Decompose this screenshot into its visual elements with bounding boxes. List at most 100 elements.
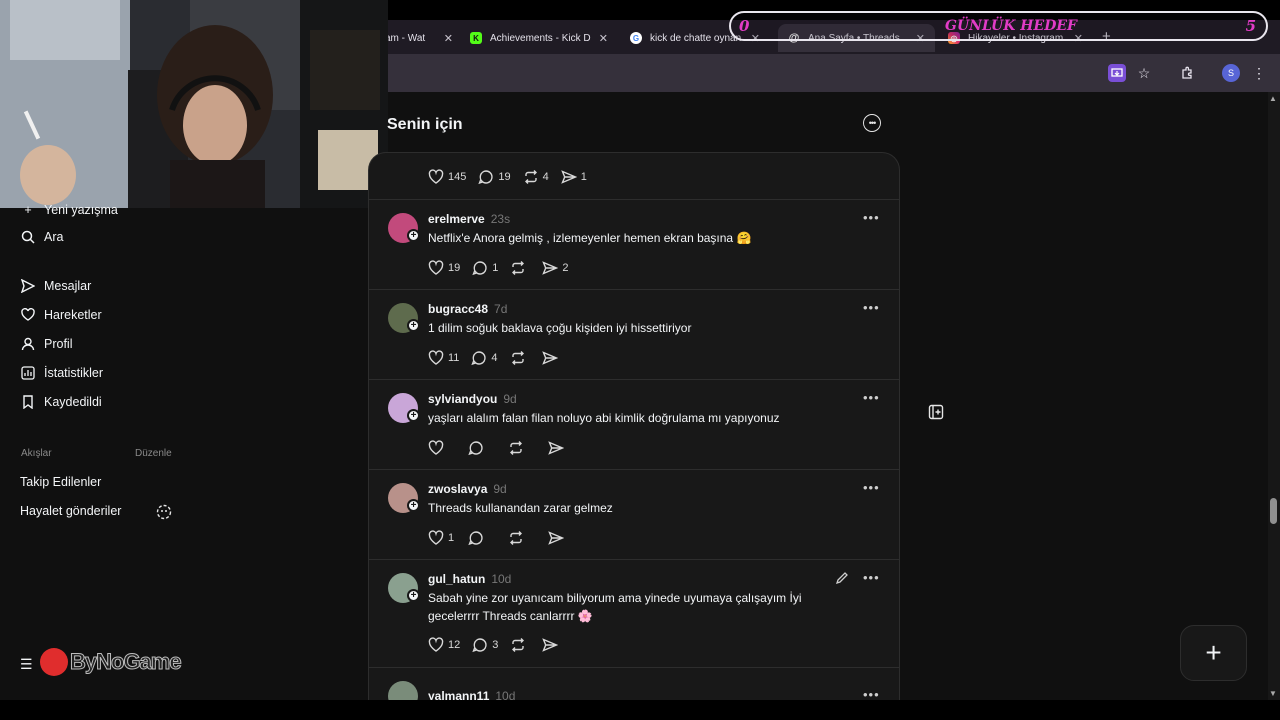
avatar[interactable] xyxy=(388,681,418,700)
post-menu-icon[interactable]: ••• xyxy=(863,300,880,315)
edit-feeds-link[interactable]: Düzenle xyxy=(135,448,172,459)
share-button[interactable] xyxy=(542,637,562,653)
profile-avatar[interactable]: S xyxy=(1222,64,1240,82)
feeds-header: Akışlar xyxy=(21,448,52,459)
reply-icon xyxy=(472,261,487,276)
post-username[interactable]: zwoslavya 9d xyxy=(428,482,507,496)
post-card: 145 19 4 1 xyxy=(369,153,899,200)
search-icon xyxy=(20,229,36,245)
scroll-up-icon[interactable]: ▲ xyxy=(1269,94,1277,103)
ghost-posts-icon[interactable] xyxy=(155,503,173,521)
reply-button[interactable] xyxy=(468,530,488,546)
post-menu-icon[interactable]: ••• xyxy=(863,480,880,495)
repost-button[interactable] xyxy=(510,260,530,276)
extensions-icon[interactable] xyxy=(1178,64,1196,82)
sidebar-item-insights[interactable]: İstatistikler xyxy=(20,365,103,381)
post-menu-icon[interactable]: ••• xyxy=(863,687,880,700)
reply-button[interactable]: 4 xyxy=(471,350,498,366)
screen-cast-icon[interactable] xyxy=(1108,64,1126,82)
screen: am - Wat ✕ K Achievements - Kick D ✕ G k… xyxy=(0,0,1280,720)
reply-button[interactable]: 1 xyxy=(472,260,498,276)
plus-icon: + xyxy=(24,203,32,217)
post-actions: 12 3 xyxy=(428,637,574,653)
follow-plus-icon[interactable]: + xyxy=(407,589,420,602)
post-time: 9d xyxy=(503,392,517,406)
repost-button[interactable]: 4 xyxy=(523,169,549,185)
new-post-button[interactable]: + xyxy=(1180,625,1247,681)
post-card: + zwoslavya 9d ••• Threads kullanandan za… xyxy=(369,470,899,560)
post-username[interactable]: gul_hatun 10d xyxy=(428,572,511,586)
post-menu-icon[interactable]: ••• xyxy=(863,390,880,405)
reply-button[interactable]: 3 xyxy=(472,637,498,653)
reply-icon xyxy=(468,531,483,546)
like-button[interactable]: 1 xyxy=(428,530,454,546)
bookmark-star-icon[interactable]: ☆ xyxy=(1135,64,1153,82)
feed-title[interactable]: Senin için xyxy=(387,116,463,134)
repost-icon xyxy=(512,638,525,652)
tab-1[interactable]: am - Wat ✕ xyxy=(375,24,463,52)
repost-button[interactable] xyxy=(508,440,528,456)
post-menu-icon[interactable]: ••• xyxy=(863,210,880,225)
post-username[interactable]: erelmerve 23s xyxy=(428,212,510,226)
post-actions: 19 1 2 xyxy=(428,260,581,276)
follow-plus-icon[interactable]: + xyxy=(407,409,420,422)
sidebar-item-label: İstatistikler xyxy=(44,366,104,380)
send-icon xyxy=(541,351,558,365)
feed-item-following[interactable]: Takip Edilenler xyxy=(20,475,101,489)
scrollbar[interactable] xyxy=(1268,92,1280,700)
scroll-down-icon[interactable]: ▼ xyxy=(1269,689,1277,698)
like-button[interactable]: 19 xyxy=(428,260,460,276)
follow-plus-icon[interactable]: + xyxy=(407,319,420,332)
follow-plus-icon[interactable]: + xyxy=(407,229,420,242)
reply-button[interactable] xyxy=(468,440,488,456)
repost-button[interactable] xyxy=(510,637,530,653)
sidebar-item-saved[interactable]: Kaydedildi xyxy=(20,394,102,410)
heart-icon xyxy=(428,260,444,275)
share-button[interactable] xyxy=(548,530,568,546)
sidebar-item-activity[interactable]: Hareketler xyxy=(20,307,102,323)
edit-pencil-icon[interactable] xyxy=(835,571,849,585)
post-username[interactable]: yalmann11 10d xyxy=(428,689,515,700)
scrollbar-thumb[interactable] xyxy=(1270,498,1277,524)
post-actions: 11 4 xyxy=(428,350,574,366)
reply-button[interactable]: 19 xyxy=(478,169,511,185)
add-column-icon[interactable] xyxy=(928,404,944,420)
menu-kebab-icon[interactable]: ⋮ xyxy=(1250,64,1268,82)
post-username[interactable]: sylviandyou 9d xyxy=(428,392,517,406)
share-button[interactable] xyxy=(548,440,568,456)
feed-item-ghost-posts[interactable]: Hayalet gönderiler xyxy=(20,504,121,518)
post-username[interactable]: bugracc48 7d xyxy=(428,302,507,316)
sidebar-item-profile[interactable]: Profil xyxy=(20,336,72,352)
share-button[interactable]: 1 xyxy=(560,169,587,185)
close-icon[interactable]: ✕ xyxy=(599,32,608,45)
post-text: Netflix'e Anora gelmiş , izlemeyenler he… xyxy=(428,231,752,245)
send-icon xyxy=(20,278,36,294)
goal-current: 0 xyxy=(739,17,750,35)
like-button[interactable] xyxy=(428,440,448,456)
watermark-logo: ByNoGame xyxy=(70,649,183,675)
follow-plus-icon[interactable]: + xyxy=(407,499,420,512)
post-text: Sabah yine zor uyanıcam biliyorum ama yi… xyxy=(428,591,802,623)
sidebar-item-search[interactable]: Ara xyxy=(20,229,63,245)
like-button[interactable]: 12 xyxy=(428,637,460,653)
daily-goal-overlay: 0 GÜNLÜK HEDEF 5 xyxy=(729,11,1268,41)
new-thread-button[interactable]: + Yeni yazışma xyxy=(20,202,118,218)
send-icon xyxy=(548,441,564,455)
post-time: 10d xyxy=(491,572,512,586)
share-button[interactable]: 2 xyxy=(542,260,569,276)
like-button[interactable]: 145 xyxy=(428,169,466,185)
like-button[interactable]: 11 xyxy=(428,350,459,366)
post-menu-icon[interactable]: ••• xyxy=(863,570,880,585)
post-text: yaşları alalım falan filan noluyo abi ki… xyxy=(428,411,780,425)
sidebar-item-label: Kaydedildi xyxy=(44,395,102,409)
heart-icon xyxy=(20,307,36,323)
tab-title: Achievements - Kick D xyxy=(490,32,591,44)
repost-button[interactable] xyxy=(510,350,530,366)
sidebar-item-messages[interactable]: Mesajlar xyxy=(20,278,91,294)
tab-2[interactable]: K Achievements - Kick D ✕ xyxy=(460,24,618,52)
close-icon[interactable]: ✕ xyxy=(444,32,453,45)
repost-button[interactable] xyxy=(508,530,528,546)
feed-options-icon[interactable]: ••• xyxy=(863,114,881,132)
share-button[interactable] xyxy=(541,350,562,366)
menu-icon[interactable]: ☰ xyxy=(20,656,33,673)
